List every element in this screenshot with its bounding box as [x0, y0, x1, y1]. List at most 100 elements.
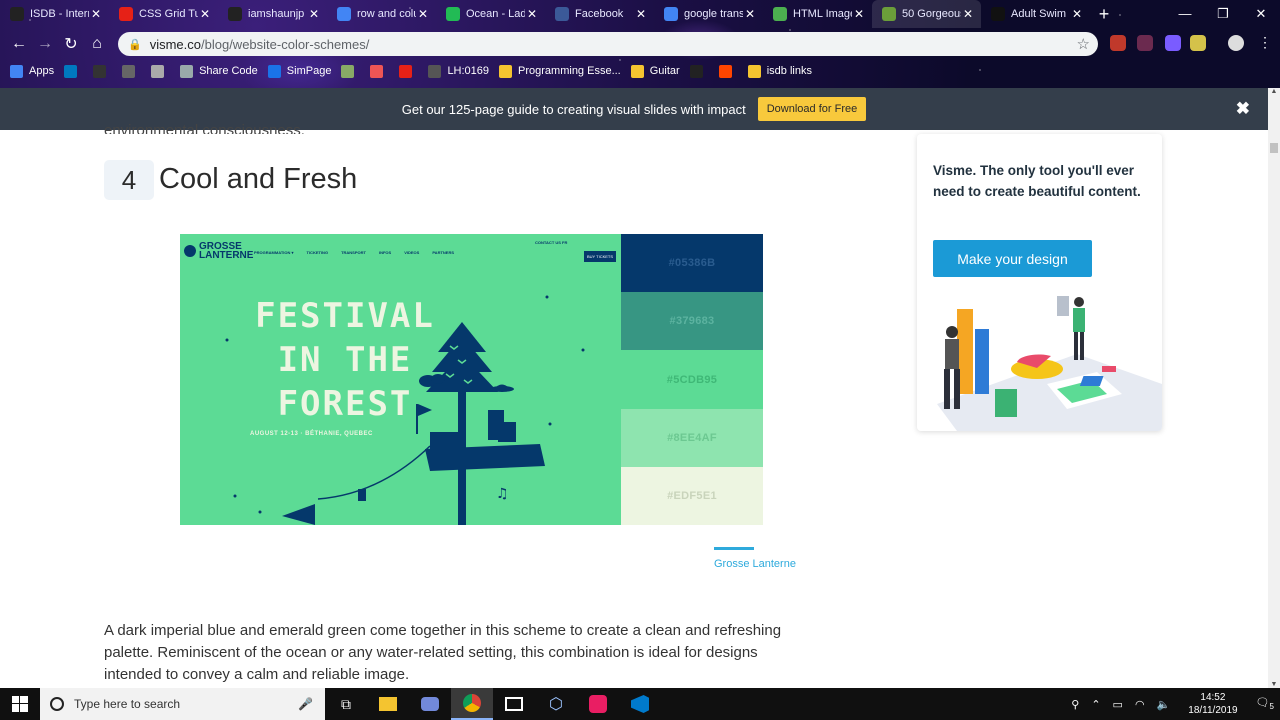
browser-tab[interactable]: 50 Gorgeous ✕	[872, 0, 981, 28]
reload-icon[interactable]: ↻	[58, 34, 84, 54]
browser-tab[interactable]: ISDB - Internet✕	[0, 0, 109, 28]
wamp-icon[interactable]	[577, 688, 619, 720]
extension-icon[interactable]	[1137, 35, 1153, 51]
battery-icon[interactable]: ▭	[1113, 698, 1123, 711]
maximize-button[interactable]: ❐	[1204, 0, 1242, 28]
browser-tab[interactable]: row and column✕	[327, 0, 436, 28]
extension-icon[interactable]	[1165, 35, 1181, 51]
scrollbar-thumb[interactable]	[1270, 143, 1278, 153]
bookmark-star-icon[interactable]: ☆	[1077, 35, 1090, 53]
back-icon[interactable]: ←	[6, 35, 32, 53]
bookmark-icon	[499, 64, 513, 78]
tab-favicon-icon	[991, 7, 1005, 21]
microphone-icon[interactable]: 🎤	[298, 697, 313, 711]
browser-tab[interactable]: HTML Image ✕	[763, 0, 872, 28]
color-palette: #05386B #379683 #5CDB95 #8EE4AF #EDF5E1	[621, 234, 763, 526]
download-button[interactable]: Download for Free	[757, 97, 867, 121]
close-tab-icon[interactable]: ✕	[1070, 7, 1084, 21]
browser-tab[interactable]: CSS Grid Tutorial✕	[109, 0, 218, 28]
lock-icon: 🔒	[128, 38, 142, 51]
bookmark-item[interactable]: SimPage	[267, 64, 332, 78]
volume-icon[interactable]: 🔈	[1157, 698, 1171, 711]
bookmark-label: Programming Esse...	[518, 65, 621, 77]
url-path: /blog/website-color-schemes/	[201, 36, 370, 52]
sidebar-promo-card: Visme. The only tool you'll ever need to…	[917, 134, 1162, 431]
url-host: visme.co	[149, 36, 201, 52]
virtualbox-icon[interactable]: ⬡	[535, 688, 577, 720]
new-tab-button[interactable]: +	[1090, 0, 1118, 28]
bookmark-item[interactable]	[341, 64, 360, 78]
close-tab-icon[interactable]: ✕	[307, 7, 321, 21]
discord-icon[interactable]	[409, 688, 451, 720]
banner-text: Get our 125-page guide to creating visua…	[401, 101, 746, 117]
home-icon[interactable]: ⌂	[84, 35, 110, 53]
close-banner-icon[interactable]: ✖	[1236, 99, 1250, 119]
tab-title: Ocean - Ladder	[466, 8, 525, 20]
vscode-icon[interactable]	[619, 688, 661, 720]
taskbar-clock[interactable]: 14:52 18/11/2019	[1188, 691, 1237, 717]
scroll-down-icon[interactable]: ▼	[1268, 681, 1280, 688]
bookmark-item[interactable]	[689, 64, 709, 78]
image-caption-link[interactable]: Grosse Lanterne	[714, 558, 796, 570]
bookmark-item[interactable]	[122, 64, 141, 78]
article-paragraph: A dark imperial blue and emerald green c…	[104, 622, 782, 683]
people-icon[interactable]: ⚲	[1071, 698, 1079, 711]
close-tab-icon[interactable]: ✕	[634, 7, 648, 21]
close-tab-icon[interactable]: ✕	[416, 7, 430, 21]
close-tab-icon[interactable]: ✕	[743, 7, 757, 21]
close-tab-icon[interactable]: ✕	[852, 7, 866, 21]
tab-favicon-icon	[555, 7, 569, 21]
bookmark-label: SimPage	[286, 65, 332, 77]
bookmark-item[interactable]	[370, 64, 389, 78]
sidebar-promo-text: Visme. The only tool you'll ever need to…	[933, 163, 1141, 199]
ublock-extension-icon[interactable]	[1110, 35, 1126, 51]
poster-title: FESTIVAL IN THE FOREST	[240, 294, 450, 426]
wifi-icon[interactable]: ◠	[1135, 698, 1145, 711]
make-your-design-button[interactable]: Make your design	[933, 240, 1092, 277]
bookmark-item[interactable]: isdb links	[747, 64, 812, 78]
bookmark-item[interactable]	[93, 64, 112, 78]
task-view-icon[interactable]: ⧉	[325, 688, 367, 720]
close-window-button[interactable]: ✕	[1242, 0, 1280, 28]
minimize-button[interactable]: —	[1166, 0, 1204, 28]
start-button[interactable]	[0, 688, 40, 720]
profile-avatar[interactable]	[1228, 35, 1244, 51]
forward-icon[interactable]: →	[32, 35, 58, 53]
bookmarks-bar: Apps Share Code SimPage LH:0169 Programming …	[0, 60, 1280, 82]
file-explorer-icon[interactable]	[367, 688, 409, 720]
browser-tab[interactable]: iamshaunjp ✕	[218, 0, 327, 28]
bookmark-item[interactable]: LH:0169	[428, 64, 489, 78]
bookmark-item[interactable]	[718, 64, 738, 78]
close-tab-icon[interactable]: ✕	[525, 7, 539, 21]
taskbar-search-box[interactable]: Type here to search 🎤	[40, 688, 325, 720]
browser-tab[interactable]: Adult Swim ✕	[981, 0, 1090, 28]
chrome-taskbar-icon[interactable]	[451, 688, 493, 720]
show-hidden-icons[interactable]: ⌃	[1091, 698, 1100, 711]
bookmark-item[interactable]: Apps	[10, 64, 54, 78]
bookmark-item[interactable]: Share Code	[180, 64, 258, 78]
extension-icon[interactable]	[1190, 35, 1206, 51]
close-tab-icon[interactable]: ✕	[198, 7, 212, 21]
page-scrollbar[interactable]: ▲ ▼	[1268, 88, 1280, 688]
terminal-icon[interactable]	[493, 688, 535, 720]
notification-count: 5	[1269, 702, 1274, 712]
bookmark-icon	[341, 64, 355, 78]
bookmark-item[interactable]: Programming Esse...	[499, 64, 621, 78]
bookmark-item[interactable]	[151, 64, 170, 78]
section-number: 4	[104, 160, 154, 200]
browser-tab[interactable]: Ocean - Ladder✕	[436, 0, 545, 28]
browser-tab[interactable]: Facebook ✕	[545, 0, 654, 28]
bookmark-item[interactable]: Guitar	[630, 64, 680, 78]
close-tab-icon[interactable]: ✕	[89, 7, 103, 21]
close-tab-icon[interactable]: ✕	[961, 7, 975, 21]
bookmark-item[interactable]	[399, 64, 418, 78]
browser-chrome: ISDB - Internet✕CSS Grid Tutorial✕iamsha…	[0, 0, 1280, 88]
bookmark-icon	[10, 64, 23, 78]
notification-center-icon[interactable]: 🗨5	[1256, 696, 1274, 711]
address-bar[interactable]: 🔒 visme.co/blog/website-color-schemes/ ☆	[118, 32, 1098, 56]
browser-tab[interactable]: google translate✕	[654, 0, 763, 28]
menu-kebab-icon[interactable]: ⋮	[1258, 34, 1272, 51]
tab-title: iamshaunjp	[248, 8, 305, 20]
scroll-up-icon[interactable]: ▲	[1268, 88, 1280, 95]
bookmark-item[interactable]	[64, 64, 83, 78]
